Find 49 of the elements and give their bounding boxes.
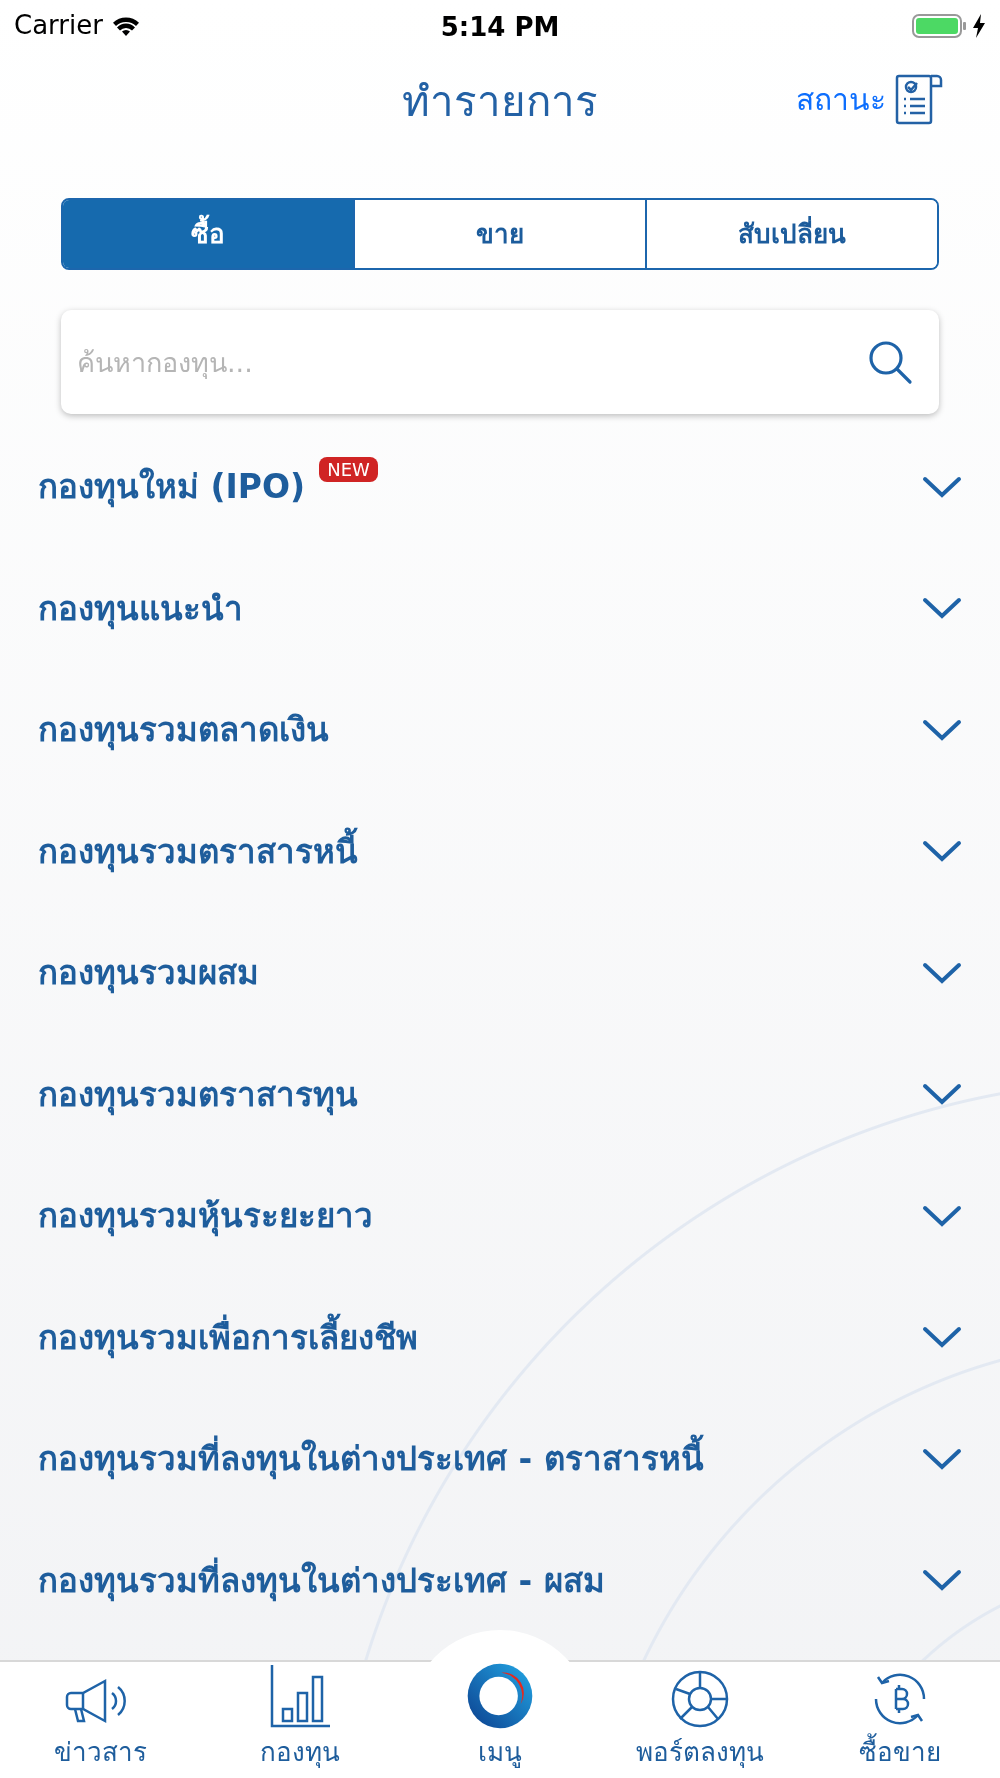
category-label: กองทุนรวมผสม [38,952,259,996]
category-row[interactable]: กองทุนรวมที่ลงทุนในต่างประเทศ - ผสม [38,1519,962,1641]
search-icon[interactable] [867,339,913,385]
category-row[interactable]: กองทุนรวมเพื่อการเลี้ยงชีพ [38,1276,962,1398]
category-label: กองทุนรวมเพื่อการเลี้ยงชีพ [38,1312,418,1362]
charging-icon [972,13,986,38]
status-link[interactable]: สถานะ [796,72,944,126]
battery-icon [912,12,968,39]
category-label: กองทุนรวมหุ้นระยะยาว [38,1195,373,1239]
bar-chart-icon [269,1663,331,1729]
chevron-down-icon[interactable] [922,1446,962,1471]
chevron-down-icon[interactable] [922,596,962,621]
chevron-down-icon[interactable] [922,1203,962,1228]
search-field[interactable]: ค้นหากองทุน... [61,310,939,414]
wifi-icon [110,14,141,37]
nav-tab[interactable]: เมนู [400,1662,600,1778]
nav-tab[interactable]: ข่าวสาร [0,1662,200,1778]
category-label: กองทุนรวมที่ลงทุนในต่างประเทศ - ผสม [38,1555,605,1605]
nav-tab[interactable]: ซื้อขาย [800,1662,1000,1778]
category-row[interactable]: กองทุนใหม่ (IPO) $^{NEW}$ [38,426,962,548]
chevron-down-icon[interactable] [922,839,962,864]
category-row[interactable]: กองทุนรวมตราสารทุน [38,1033,962,1155]
nav-tab[interactable]: พอร์ตลงทุน [600,1662,800,1778]
category-label: กองทุนรวมตราสารทุน [38,1073,358,1118]
category-label: กองทุนรวมตลาดเงิน [38,709,329,753]
chevron-down-icon[interactable] [922,474,962,499]
checklist-icon [894,72,944,126]
category-row[interactable]: กองทุนรวมผสม [38,912,962,1034]
category-row[interactable]: กองทุนรวมหุ้นระยะยาว [38,1155,962,1277]
category-row[interactable]: กองทุนรวมตลาดเงิน [38,669,962,791]
nav-tab[interactable]: กองทุน [200,1662,400,1778]
time-label: 5:14 PM [440,11,560,44]
tab[interactable]: ซื้อ [63,200,353,268]
category-row[interactable]: กองทุนแนะนำ [38,547,962,669]
pie-chart-icon [670,1669,730,1729]
chevron-down-icon[interactable] [922,1568,962,1593]
category-label: กองทุนแนะนำ [38,587,243,632]
page-title: ทำรายการ [402,77,598,126]
carrier-label: Carrier [14,9,103,42]
new-badge: NEW [319,457,378,482]
category-label: กองทุนรวมที่ลงทุนในต่างประเทศ - ตราสารหนี้ [38,1434,704,1484]
chevron-down-icon[interactable] [922,1082,962,1107]
category-row[interactable]: กองทุนรวมตราสารหนี้ [38,790,962,912]
chevron-down-icon[interactable] [922,1325,962,1350]
chevron-down-icon[interactable] [922,717,962,742]
chevron-down-icon[interactable] [922,960,962,985]
category-row[interactable]: กองทุนรวมที่ลงทุนในต่างประเทศ - ตราสารหนี้ [38,1398,962,1520]
category-label: กองทุนรวมตราสารหนี้ [38,826,358,876]
tab[interactable]: สับเปลี่ยน [645,200,937,268]
